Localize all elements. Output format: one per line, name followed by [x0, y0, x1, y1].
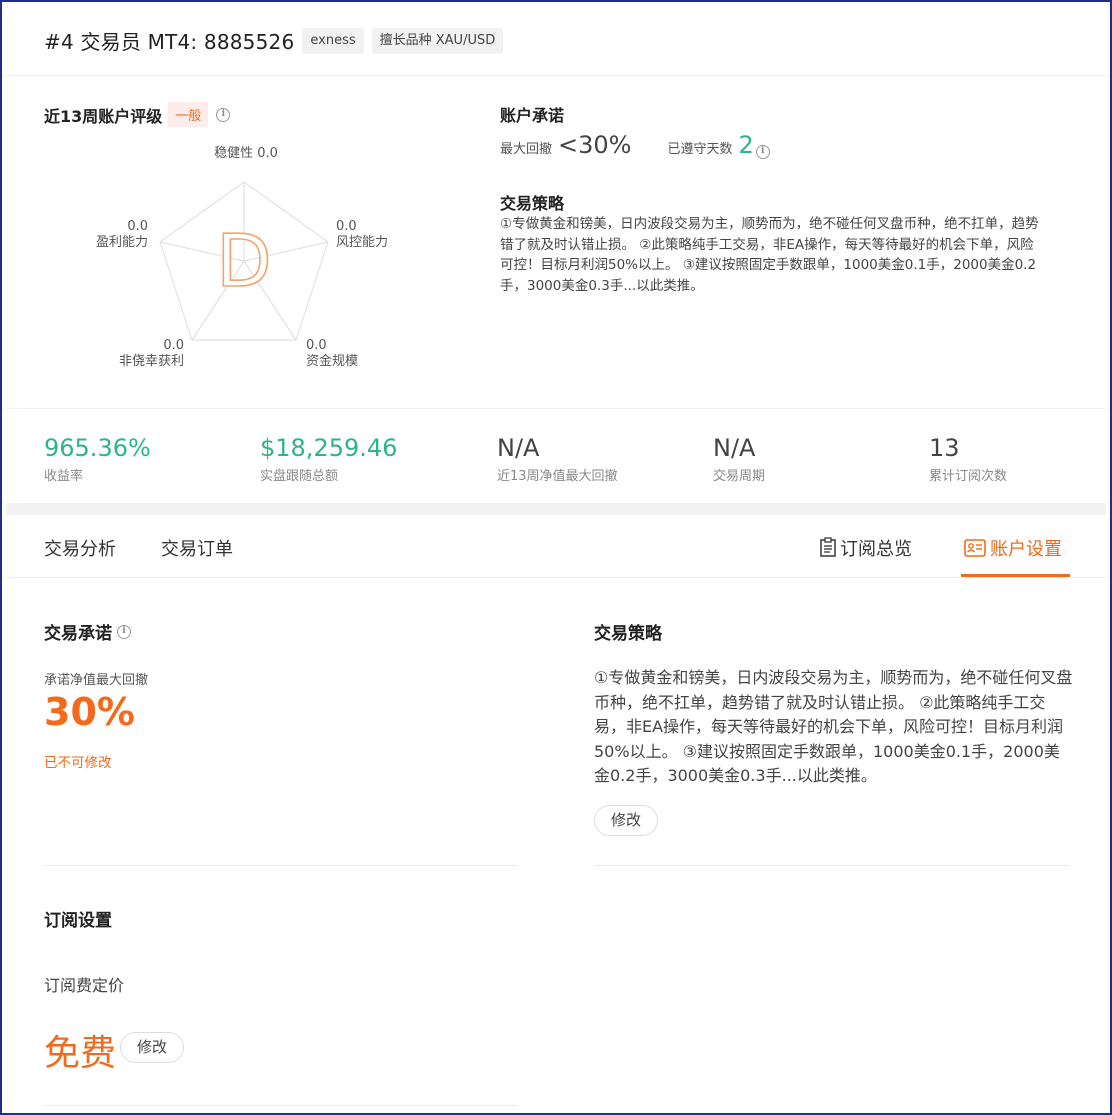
fee-label: 订阅费定价: [44, 976, 125, 995]
stats-row: 965.36% 收益率 $18,259.46 实盘跟随总额 N/A 近13周净值…: [6, 408, 1106, 503]
days-label: 已遵守天数: [667, 142, 733, 157]
tab-overview-label: 订阅总览: [840, 539, 912, 560]
specialty-tag: 擅长品种 XAU/USD: [371, 27, 504, 54]
broker-tag: exness: [302, 27, 364, 54]
radar-label-stability: 稳健性 0.0: [214, 146, 278, 161]
active-tab-indicator: [961, 574, 1070, 577]
grade-letter: D: [216, 219, 271, 303]
rating-title-text: 近13周账户评级: [44, 106, 163, 126]
account-card-icon: [964, 539, 986, 562]
strategy-title: 交易策略: [500, 194, 565, 213]
radar-label-nonluck: 0.0 非侥幸获利: [118, 338, 184, 369]
tab-subscription-overview[interactable]: 订阅总览: [820, 535, 912, 562]
info-icon[interactable]: i: [755, 144, 770, 159]
subscription-title: 订阅设置: [44, 911, 112, 931]
tab-settings-label: 账户设置: [990, 539, 1062, 560]
edit-strategy-button[interactable]: 修改: [594, 805, 659, 836]
section-separator: [6, 503, 1106, 515]
divider-left: [44, 865, 518, 866]
commitment-row: 最大回撤 <30% 已遵守天数 2 i: [500, 131, 770, 159]
radar-label-capital: 0.0 资金规模: [306, 338, 359, 369]
divider-bottom: [44, 1105, 518, 1106]
strategy2-text: ①专做黄金和镑美，日内波段交易为主，顺势而为，绝不碰任何叉盘币种，绝不扛单，趋势…: [594, 668, 1073, 785]
radar-label-risk: 0.0 风控能力: [336, 219, 389, 250]
info-icon[interactable]: i: [216, 107, 231, 122]
edit-fee-button[interactable]: 修改: [120, 1032, 185, 1063]
page: #4 交易员 MT4: 8885526 exness 擅长品种 XAU/USD …: [6, 6, 1106, 1109]
radar-label-profit: 0.0 盈利能力: [95, 219, 148, 250]
strategy2-title: 交易策略: [594, 624, 662, 644]
stat-follow-total: $18,259.46 实盘跟随总额: [260, 434, 398, 484]
tab-trade-orders[interactable]: 交易订单: [161, 535, 233, 561]
strategy-text: ①专做黄金和镑美，日内波段交易为主，顺势而为，绝不碰任何叉盘币种，绝不扛单，趋势…: [500, 216, 1039, 294]
rating-level-badge: 一般: [168, 102, 209, 127]
stat-max-drawdown: N/A 近13周净值最大回撤: [497, 434, 618, 484]
trade-commit-title: 交易承诺 i: [44, 619, 131, 644]
tab-account-settings[interactable]: 账户设置: [964, 535, 1062, 562]
commit-drawdown-label: 承诺净值最大回撤: [44, 673, 149, 688]
trade-commit-title-text: 交易承诺: [44, 624, 112, 644]
commit-drawdown-value: 30%: [44, 690, 135, 734]
radar-chart: D 稳健性 0.0 0.0 风控能力 0.0 资金规模 0.0 非侥幸获利 0.0 盈利…: [66, 136, 446, 386]
days-value: 2: [738, 131, 754, 159]
max-drawdown-label: 最大回撤: [500, 142, 553, 157]
info-icon[interactable]: i: [117, 624, 131, 639]
rating-title: 近13周账户评级 一般 i: [44, 102, 231, 127]
trader-title: #4 交易员 MT4: 8885526: [44, 30, 295, 54]
divider-right: [594, 865, 1070, 866]
clipboard-icon: [820, 537, 836, 562]
commit-locked-note: 已不可修改: [44, 755, 112, 771]
stat-subscriptions: 13 累计订阅次数: [929, 434, 1008, 484]
stat-period: N/A 交易周期: [713, 434, 766, 484]
commitment-title: 账户承诺: [500, 106, 565, 125]
max-drawdown-value: <30%: [558, 131, 632, 159]
tab-bar: 交易分析 交易订单 订阅总览 账户设置: [6, 515, 1106, 578]
fee-value: 免费: [44, 1033, 117, 1074]
tab-trade-analysis[interactable]: 交易分析: [44, 535, 116, 561]
window-frame: #4 交易员 MT4: 8885526 exness 擅长品种 XAU/USD …: [0, 0, 1112, 1115]
trader-header: #4 交易员 MT4: 8885526 exness 擅长品种 XAU/USD: [6, 6, 1106, 76]
stat-return: 965.36% 收益率: [44, 434, 151, 484]
